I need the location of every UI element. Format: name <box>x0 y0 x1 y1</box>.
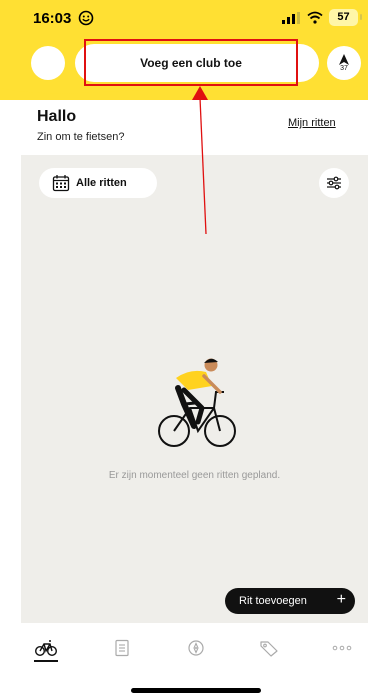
tab-explore[interactable] <box>181 636 211 660</box>
navigation-arrow-icon <box>339 53 349 65</box>
greeting-title: Hallo <box>37 108 77 125</box>
status-bar: 16:03 57 <box>0 0 368 36</box>
navigation-button[interactable]: 37 <box>327 46 361 80</box>
filter-settings-button[interactable] <box>319 168 349 198</box>
news-icon <box>115 639 129 657</box>
signal-icon <box>282 12 300 24</box>
tab-offers[interactable] <box>254 636 284 660</box>
compass-icon <box>188 640 204 656</box>
smiley-icon <box>78 10 94 26</box>
calendar-icon <box>52 175 70 192</box>
bike-icon <box>35 640 57 656</box>
all-rides-filter-label: Alle ritten <box>76 177 127 189</box>
greeting-subtitle: Zin om te fietsen? <box>37 131 125 143</box>
add-ride-button[interactable]: Rit toevoegen + <box>225 588 355 614</box>
sliders-icon <box>327 176 341 190</box>
my-rides-link[interactable]: Mijn ritten <box>288 117 336 129</box>
add-ride-label: Rit toevoegen <box>239 595 307 607</box>
tab-more[interactable] <box>327 636 357 660</box>
tag-icon <box>260 641 278 657</box>
status-time: 16:03 <box>33 10 72 27</box>
home-indicator <box>131 688 261 693</box>
wifi-icon <box>307 11 323 24</box>
active-tab-indicator <box>34 660 58 662</box>
navigation-distance: 37 <box>340 64 348 72</box>
tab-news[interactable] <box>107 636 137 660</box>
all-rides-filter-button[interactable]: Alle ritten <box>39 168 157 198</box>
battery-indicator: 57 <box>329 9 362 26</box>
tab-rides[interactable] <box>31 636 61 660</box>
empty-state-message: Er zijn momenteel geen ritten gepland. <box>108 470 281 481</box>
add-club-label: Voeg een club toe <box>140 55 242 70</box>
annotation-arrow-icon <box>192 86 208 235</box>
avatar[interactable] <box>31 46 65 80</box>
more-icon <box>332 645 352 651</box>
plus-icon: + <box>336 591 346 608</box>
cyclist-illustration <box>158 358 236 447</box>
add-club-button[interactable]: Voeg een club toe <box>84 39 298 86</box>
